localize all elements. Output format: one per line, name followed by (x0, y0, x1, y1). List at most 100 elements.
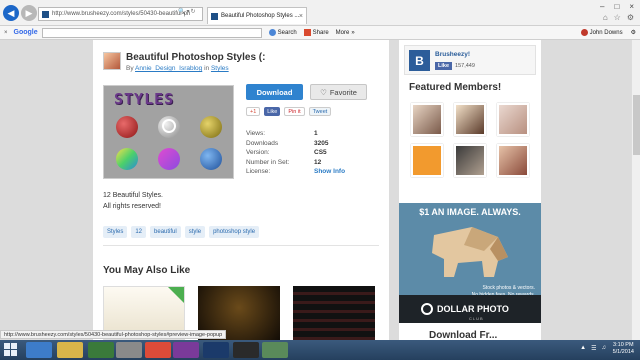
tag-item[interactable]: 12 (131, 226, 147, 238)
dollar-photo-club-ad[interactable]: $1 AN IMAGE. ALWAYS. Stock photos & vect… (399, 203, 541, 323)
item-main-panel: Beautiful Photoshop Styles (: By Annie_D… (93, 40, 389, 340)
meta-key: License: (246, 168, 271, 175)
meta-value: 1 (314, 130, 318, 137)
zoom-magnifier-icon[interactable] (162, 119, 176, 133)
preview-circle-purple (158, 148, 180, 170)
facebook-like-count: 157,449 (455, 63, 475, 69)
clock-date: 5/1/2014 (612, 349, 634, 355)
brusheezy-b-logo[interactable]: B (409, 50, 430, 71)
toolbar-search-button[interactable]: Search (268, 29, 297, 36)
address-url: http://www.brusheezy.com/styles/50430-be… (52, 11, 191, 17)
preview-image[interactable]: STYLES (103, 85, 234, 179)
tray-arrow-icon[interactable]: ▲ (580, 345, 586, 352)
system-tray: ▲ ☰ ♫ (580, 345, 606, 352)
forward-button[interactable]: ▶ (21, 5, 37, 21)
file-explorer-taskbar-icon[interactable] (57, 342, 83, 358)
tag-item[interactable]: style (184, 226, 206, 238)
windows-taskbar: ▲ ☰ ♫ 3:10 PM 5/1/2014 (0, 340, 640, 360)
dollar-photo-logo-icon (421, 303, 433, 315)
onenote-taskbar-icon[interactable] (173, 342, 199, 358)
google-search-input[interactable] (41, 27, 262, 38)
clock-time: 3:10 PM (613, 342, 634, 348)
back-button[interactable]: ◀ (3, 5, 19, 21)
gplus-button[interactable]: +1 (246, 107, 261, 116)
sidebar-partial-heading: Download Fr... (429, 330, 498, 340)
also-like-heading: You May Also Like (103, 265, 191, 276)
tag-item[interactable]: beautiful (150, 226, 181, 238)
facebook-like-button[interactable]: Like (264, 107, 281, 116)
facebook-widget: B Brusheezy! Like 157,449 (404, 45, 536, 75)
windows-logo-icon (4, 343, 17, 356)
start-button[interactable] (2, 342, 20, 358)
meta-key: Version: (246, 149, 270, 156)
license-show-info-link[interactable]: Show Info (314, 167, 345, 177)
close-window-icon[interactable]: × (629, 2, 634, 11)
ad-club-label: CLUB (469, 316, 484, 321)
gear-icon[interactable]: ⚙ (627, 13, 634, 22)
toolbar-share-button[interactable]: Share (303, 29, 329, 36)
toolbar-wrench-icon[interactable]: ⚙ (631, 29, 636, 36)
meta-key: Number in Set: (246, 158, 290, 166)
photoshop-taskbar-icon[interactable] (203, 342, 229, 358)
pin-it-button[interactable]: Pin it (284, 107, 305, 116)
download-button[interactable]: Download (246, 84, 303, 100)
app-taskbar-icon[interactable] (116, 342, 142, 358)
toolbar-more-label: More (335, 29, 350, 36)
toolbar-user-button[interactable]: John Downs (580, 29, 623, 36)
site-favicon (42, 10, 49, 18)
member-avatar[interactable] (411, 144, 443, 177)
preview-circle-red (116, 116, 138, 138)
facebook-like-small-button[interactable]: Like (435, 62, 453, 70)
tab-title: Beautiful Photoshop Styles ... (221, 13, 300, 19)
author-avatar[interactable] (103, 52, 121, 70)
address-tools[interactable]: 🔍▾↻ (178, 8, 197, 15)
meta-row: Downloads 3205 (246, 139, 345, 149)
member-avatar[interactable] (497, 103, 529, 136)
tag-item[interactable]: photoshop style (209, 226, 260, 238)
toolbar-close-icon[interactable]: × (4, 30, 8, 36)
by-label: By (126, 65, 134, 72)
category-link[interactable]: Styles (211, 65, 229, 72)
item-header: Beautiful Photoshop Styles (: By Annie_D… (103, 52, 265, 72)
volume-icon[interactable]: ♫ (602, 345, 607, 352)
member-avatar[interactable] (454, 144, 486, 177)
media-player-taskbar-icon[interactable] (233, 342, 259, 358)
meta-value: CS5 (314, 149, 327, 156)
favorites-star-icon[interactable]: ☆ (614, 13, 621, 22)
member-avatar[interactable] (411, 103, 443, 136)
favorite-button[interactable]: ♡ Favorite (310, 84, 367, 100)
toolbar-search-label: Search (277, 29, 297, 36)
meta-value: 12 (314, 158, 322, 166)
description-line: 12 Beautiful Styles. (103, 192, 163, 199)
related-thumbnail-red-text[interactable] (293, 286, 375, 340)
more-chevron-icon: » (351, 29, 355, 36)
meta-row: License: Show Info (246, 167, 345, 177)
chrome-taskbar-icon[interactable] (145, 342, 171, 358)
ad-footer: DOLLAR PHOTO CLUB (399, 295, 541, 323)
minimize-icon[interactable]: – (600, 2, 604, 11)
author-link[interactable]: Annie_Design_Israblog (135, 65, 202, 72)
meta-key: Downloads (246, 139, 279, 147)
home-icon[interactable]: ⌂ (603, 13, 608, 22)
active-tab[interactable]: Beautiful Photoshop Styles ... × (207, 7, 307, 24)
facebook-page-name[interactable]: Brusheezy! (435, 51, 470, 58)
tool-taskbar-icon[interactable] (262, 342, 288, 358)
internet-explorer-taskbar-icon[interactable] (26, 342, 52, 358)
tag-item[interactable]: Styles (103, 226, 128, 238)
tab-close-icon[interactable]: × (299, 13, 303, 20)
network-icon[interactable]: ☰ (591, 345, 596, 352)
system-clock[interactable]: 3:10 PM 5/1/2014 (613, 342, 634, 356)
page-scrollbar[interactable] (631, 40, 640, 340)
member-avatar[interactable] (497, 144, 529, 177)
meta-row: Number in Set: 12 (246, 158, 345, 168)
tweet-button[interactable]: Tweet (308, 107, 332, 116)
browser-icons: ⌂ ☆ ⚙ (603, 13, 634, 22)
browser-titlebar: ◀ ▶ http://www.brusheezy.com/styles/5043… (0, 0, 640, 26)
scrollbar-thumb[interactable] (633, 95, 640, 155)
origami-elephant-icon (432, 227, 508, 277)
toolbar-more-button[interactable]: More » (336, 30, 355, 36)
facebook-like-row: Like 157,449 (435, 62, 475, 70)
media-taskbar-icon[interactable] (88, 342, 114, 358)
member-avatar[interactable] (454, 103, 486, 136)
maximize-icon[interactable]: □ (614, 2, 619, 11)
